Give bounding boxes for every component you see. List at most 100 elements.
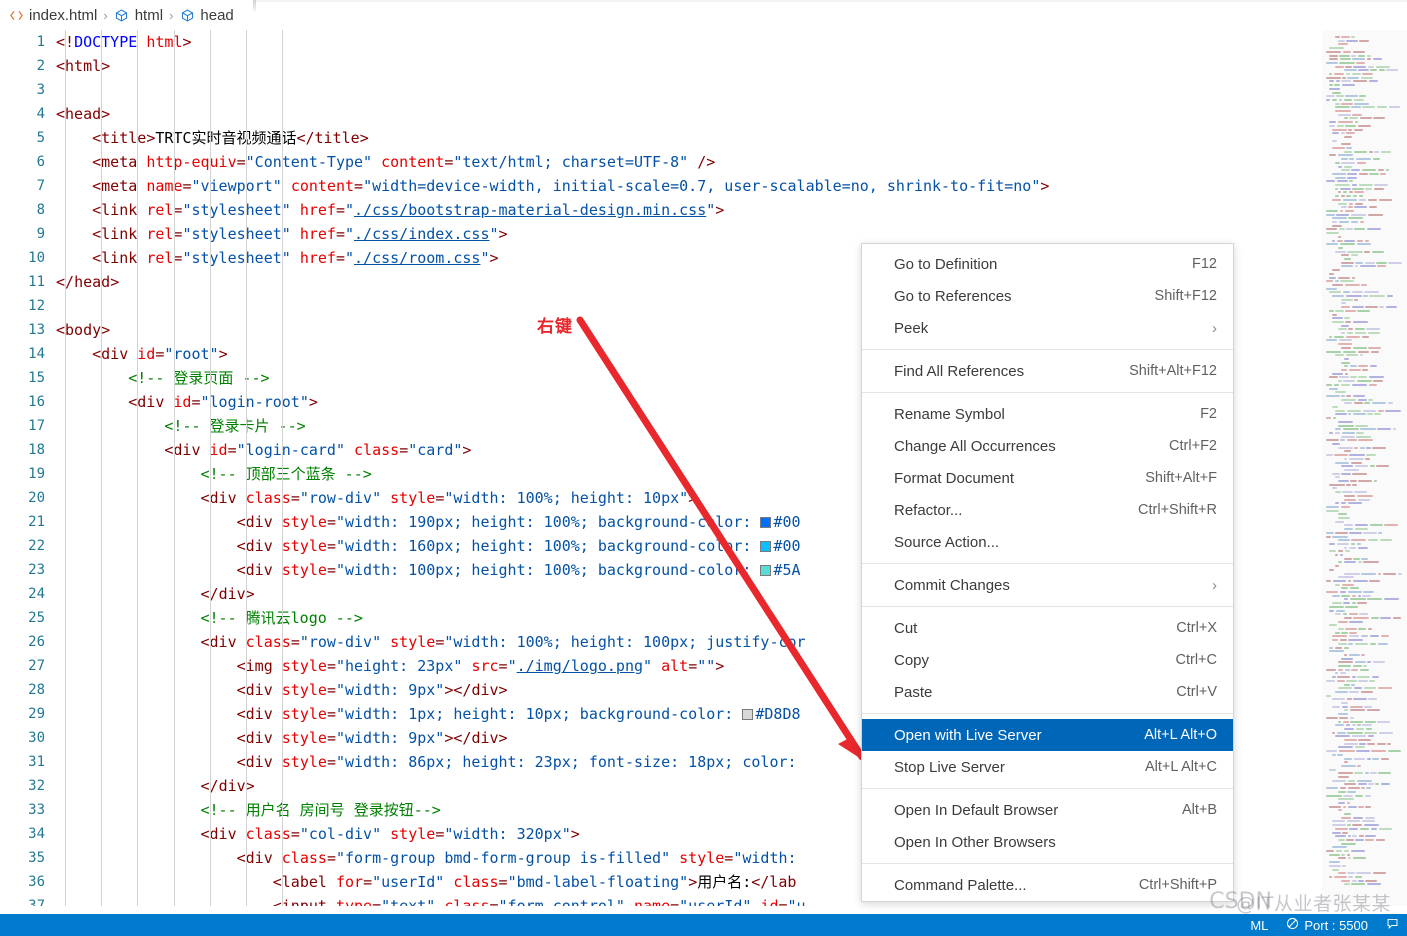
- menu-item-commit-changes[interactable]: Commit Changes ›: [862, 569, 1233, 601]
- menu-item-refactor[interactable]: Refactor... Ctrl+Shift+R: [862, 494, 1233, 526]
- minimap-line: [1326, 50, 1342, 53]
- menu-item-paste[interactable]: Paste Ctrl+V: [862, 676, 1233, 708]
- minimap-line: [1347, 731, 1363, 734]
- minimap-line: [1370, 827, 1378, 830]
- code-token: ": [345, 249, 355, 267]
- minimap-line: [1335, 354, 1345, 357]
- breadcrumb-item-html[interactable]: html: [114, 7, 163, 24]
- editor-context-menu[interactable]: Go to Definition F12 Go to References Shift…: [861, 243, 1234, 902]
- menu-item-open-in-other-browsers[interactable]: Open In Other Browsers: [862, 826, 1233, 858]
- minimap-line: [1342, 583, 1355, 586]
- code-token: "width=device-width, initial-scale=0.7, …: [363, 177, 1041, 195]
- code-token: http-equiv: [146, 153, 237, 171]
- menu-item-source-action[interactable]: Source Action...: [862, 526, 1233, 558]
- breadcrumb-item-head[interactable]: head: [179, 6, 234, 24]
- menu-item-change-all-occurrences[interactable]: Change All Occurrences Ctrl+F2: [862, 430, 1233, 462]
- code-token: <!-- 顶部三个蓝条 -->: [56, 465, 372, 483]
- minimap-line: [1341, 594, 1350, 597]
- minimap-line: [1341, 764, 1356, 767]
- menu-item-open-with-live-server[interactable]: Open with Live Server Alt+L Alt+O: [862, 719, 1233, 751]
- minimap-line: [1348, 202, 1353, 205]
- minimap-line: [1339, 554, 1344, 556]
- minimap-line: [1341, 143, 1351, 146]
- code-token: "height: 23px": [335, 657, 463, 675]
- code-token: div: [101, 345, 129, 363]
- status-feedback-button[interactable]: [1386, 917, 1399, 933]
- editor-minimap[interactable]: [1322, 30, 1407, 906]
- menu-item-open-in-default-browser[interactable]: Open In Default Browser Alt+B: [862, 794, 1233, 826]
- breadcrumb-label-head: head: [200, 6, 234, 24]
- minimap-line: [1342, 491, 1353, 494]
- minimap-line: [1371, 250, 1384, 253]
- code-token: "viewport": [191, 177, 282, 195]
- code-token: <: [56, 657, 246, 675]
- minimap-line: [1358, 679, 1368, 682]
- minimap-line: [1347, 76, 1360, 79]
- line-number: 12: [28, 298, 45, 314]
- line-number: 16: [28, 394, 45, 410]
- menu-item-stop-live-server[interactable]: Stop Live Server Alt+L Alt+C: [862, 751, 1233, 783]
- minimap-line: [1326, 394, 1340, 397]
- minimap-line: [1332, 406, 1339, 408]
- minimap-line: [1346, 483, 1351, 486]
- code-token: ": [706, 201, 716, 219]
- minimap-line: [1339, 243, 1356, 246]
- code-token: src: [471, 657, 499, 675]
- minimap-line: [1341, 816, 1352, 819]
- status-language-mode[interactable]: ML: [1250, 918, 1268, 933]
- code-token: rel: [146, 249, 174, 267]
- minimap-line: [1373, 661, 1386, 664]
- code-token: =: [326, 657, 336, 675]
- minimap-line: [1335, 554, 1339, 556]
- minimap-line: [1352, 346, 1367, 349]
- minimap-line: [1344, 402, 1352, 405]
- minimap-line: [1332, 128, 1347, 131]
- code-token: title: [314, 129, 360, 147]
- menu-item-label: Source Action...: [894, 533, 1000, 551]
- minimap-line: [1341, 705, 1349, 708]
- minimap-line: [1329, 864, 1341, 867]
- menu-item-peek[interactable]: Peek ›: [862, 312, 1233, 344]
- menu-item-format-document[interactable]: Format Document Shift+Alt+F: [862, 462, 1233, 494]
- minimap-line: [1357, 594, 1361, 597]
- code-token: style: [390, 633, 436, 651]
- minimap-line: [1364, 402, 1371, 405]
- menu-item-rename-symbol[interactable]: Rename Symbol F2: [862, 398, 1233, 430]
- minimap-line: [1329, 387, 1339, 390]
- code-token: =: [290, 633, 300, 651]
- line-number: 7: [36, 178, 45, 194]
- menu-item-label: Paste: [894, 683, 933, 701]
- minimap-line: [1348, 639, 1363, 642]
- minimap-line: [1377, 169, 1385, 172]
- code-token: =: [489, 897, 499, 906]
- code-token: div: [245, 705, 273, 723]
- menu-item-shortcut: Shift+Alt+F12: [1129, 363, 1217, 379]
- menu-item-find-all-references[interactable]: Find All References Shift+Alt+F12: [862, 355, 1233, 387]
- menu-item-go-to-references[interactable]: Go to References Shift+F12: [862, 280, 1233, 312]
- minimap-line: [1358, 69, 1369, 72]
- breadcrumb-item-file[interactable]: index.html: [8, 7, 97, 24]
- minimap-line: [1348, 206, 1353, 209]
- minimap-line: [1335, 184, 1351, 186]
- menu-item-cut[interactable]: Cut Ctrl+X: [862, 612, 1233, 644]
- minimap-line: [1335, 520, 1345, 523]
- minimap-line: [1335, 110, 1351, 112]
- menu-item-command-palette[interactable]: Command Palette... Ctrl+Shift+P: [862, 869, 1233, 901]
- color-swatch: [760, 541, 772, 552]
- minimap-line: [1377, 409, 1384, 412]
- menu-item-copy[interactable]: Copy Ctrl+C: [862, 644, 1233, 676]
- menu-item-go-to-definition[interactable]: Go to Definition F12: [862, 248, 1233, 280]
- minimap-line: [1348, 217, 1363, 220]
- code-token: "width: 160px; height: 100%; background-…: [335, 537, 761, 555]
- minimap-line: [1335, 735, 1351, 738]
- minimap-line: [1335, 391, 1347, 394]
- status-live-server-port[interactable]: Port : 5500: [1286, 917, 1368, 933]
- minimap-line: [1326, 668, 1336, 671]
- minimap-line: [1335, 631, 1340, 634]
